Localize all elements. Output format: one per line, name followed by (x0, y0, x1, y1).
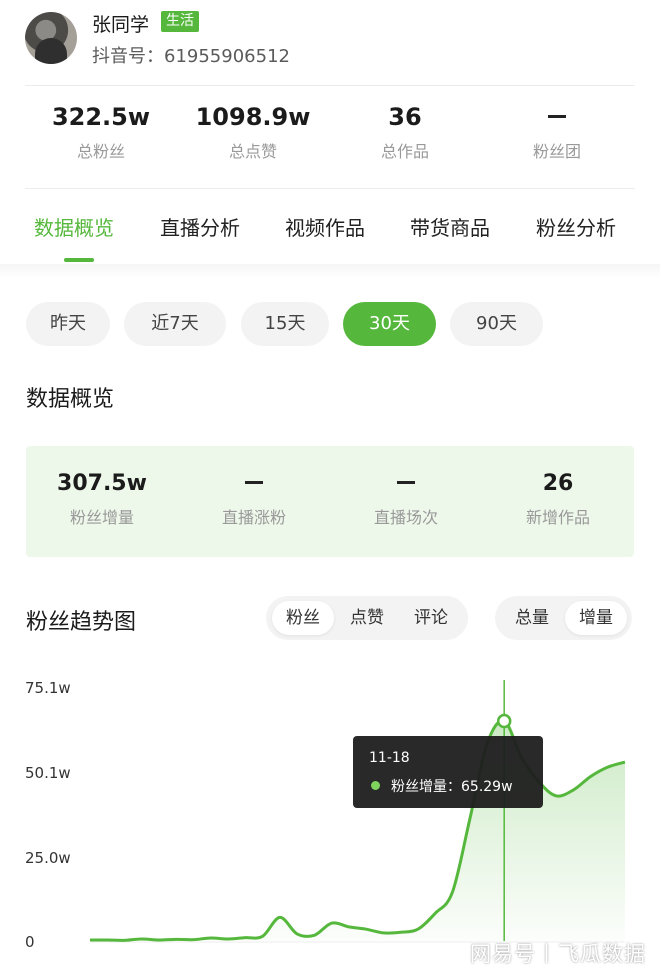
series-dot-icon (371, 781, 380, 790)
chart-tooltip: 11-18 粉丝增量：65.29w (353, 736, 543, 808)
tooltip-value: 粉丝增量：65.29w (391, 779, 513, 795)
tooltip-date: 11-18 (369, 750, 410, 766)
watermark: 网易号丨飞瓜数据 (470, 942, 646, 966)
data-point (496, 713, 512, 729)
fan-trend-chart[interactable] (0, 0, 660, 979)
